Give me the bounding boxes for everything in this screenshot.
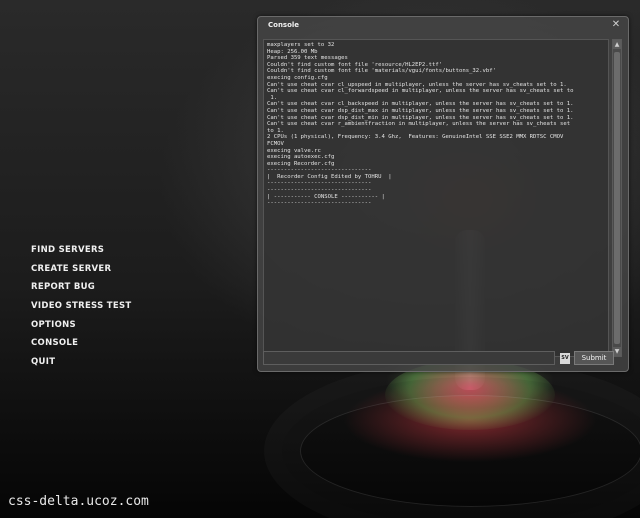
console-command-input[interactable] bbox=[263, 351, 555, 365]
log-line: Can't use cheat cvar dsp_dist_min in mul… bbox=[267, 114, 574, 121]
log-line: to 1. bbox=[267, 127, 284, 134]
menu-item-report-bug[interactable]: REPORT BUG bbox=[31, 278, 132, 297]
log-line: Heap: 256.00 Mb bbox=[267, 48, 318, 55]
log-line: Can't use cheat cvar r_ambientfraction i… bbox=[267, 121, 571, 128]
log-line: execing Recorder.cfg bbox=[267, 160, 335, 167]
console-window: Console ✕ maxplayers set to 32 Heap: 256… bbox=[257, 16, 629, 372]
log-line: ------------------------------- bbox=[267, 180, 372, 187]
scroll-thumb[interactable] bbox=[614, 52, 620, 344]
log-line: ------------------------------- bbox=[267, 200, 372, 207]
log-line: maxplayers set to 32 bbox=[267, 42, 335, 48]
console-scrollbar[interactable]: ▲ ▼ bbox=[612, 39, 622, 357]
menu-item-video-stress-test[interactable]: VIDEO STRESS TEST bbox=[31, 297, 132, 316]
log-line: Parsed 359 text messages bbox=[267, 55, 348, 62]
scroll-down-icon[interactable]: ▼ bbox=[613, 347, 621, 356]
watermark-text: css-delta.ucoz.com bbox=[8, 494, 149, 509]
log-line: Can't use cheat cvar cl_upspeed in multi… bbox=[267, 81, 567, 88]
log-line: Couldn't find custom font file 'resource… bbox=[267, 61, 443, 68]
log-line: Can't use cheat cvar cl_forwardspeed in … bbox=[267, 88, 574, 95]
scroll-up-icon[interactable]: ▲ bbox=[613, 40, 621, 49]
sv-badge: SV bbox=[560, 353, 570, 364]
log-line: 1. bbox=[267, 94, 278, 101]
menu-item-create-server[interactable]: CREATE SERVER bbox=[31, 260, 132, 279]
log-line: Couldn't find custom font file 'material… bbox=[267, 68, 497, 75]
log-line: Can't use cheat cvar dsp_dist_max in mul… bbox=[267, 107, 574, 114]
log-line: | Recorder Config Edited by TOHRU | bbox=[267, 173, 392, 180]
console-title[interactable]: Console bbox=[268, 21, 299, 29]
close-icon[interactable]: ✕ bbox=[611, 19, 621, 31]
log-line: 2 CPUs (1 physical), Frequency: 3.4 Ghz,… bbox=[267, 134, 564, 141]
menu-item-options[interactable]: OPTIONS bbox=[31, 316, 132, 335]
log-line: ------------------------------- bbox=[267, 187, 372, 194]
log-line: FCMOV bbox=[267, 140, 284, 147]
menu-item-quit[interactable]: QUIT bbox=[31, 353, 132, 372]
log-line: Can't use cheat cvar cl_backspeed in mul… bbox=[267, 101, 574, 108]
log-line: | ----------- CONSOLE ----------- | bbox=[267, 193, 385, 200]
menu-item-find-servers[interactable]: FIND SERVERS bbox=[31, 241, 132, 260]
background-ripple bbox=[300, 395, 640, 507]
menu-item-console[interactable]: CONSOLE bbox=[31, 334, 132, 353]
main-menu: FIND SERVERS CREATE SERVER REPORT BUG VI… bbox=[31, 241, 132, 372]
log-line: execing config.cfg bbox=[267, 74, 328, 81]
log-line: execing valve.rc bbox=[267, 147, 321, 154]
log-line: execing autoexec.cfg bbox=[267, 154, 335, 161]
submit-button[interactable]: Submit bbox=[574, 351, 614, 365]
log-line: ------------------------------- bbox=[267, 167, 372, 174]
console-log: maxplayers set to 32 Heap: 256.00 Mb Par… bbox=[263, 39, 609, 357]
